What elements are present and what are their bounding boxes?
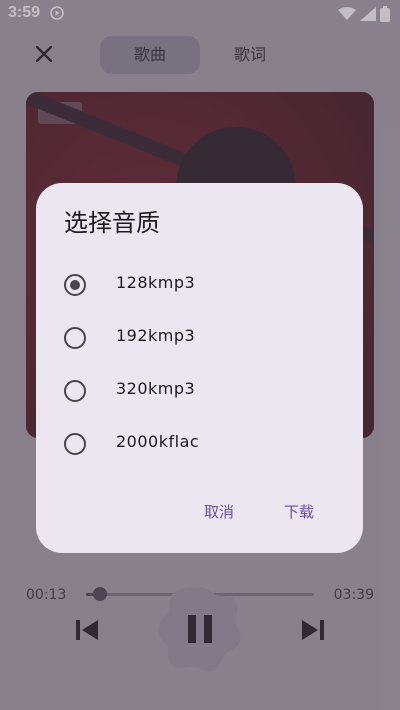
radio-button[interactable] — [64, 433, 86, 455]
dialog-title: 选择音质 — [64, 209, 160, 237]
radio-button[interactable] — [64, 327, 86, 349]
radio-button[interactable] — [64, 380, 86, 402]
option-label: 128kmp3 — [116, 273, 196, 292]
option-2000kflac[interactable]: 2000kflac — [64, 424, 344, 464]
radio-button[interactable] — [64, 274, 86, 296]
cancel-button[interactable]: 取消 — [204, 501, 234, 522]
download-button[interactable]: 下载 — [284, 501, 314, 522]
option-label: 320kmp3 — [116, 379, 196, 398]
option-320kmp3[interactable]: 320kmp3 — [64, 371, 344, 411]
option-128kmp3[interactable]: 128kmp3 — [64, 265, 344, 305]
quality-dialog: 选择音质 128kmp3 192kmp3 320kmp3 2000kflac 取… — [36, 183, 363, 553]
option-label: 2000kflac — [116, 432, 200, 451]
option-label: 192kmp3 — [116, 326, 196, 345]
option-192kmp3[interactable]: 192kmp3 — [64, 318, 344, 358]
